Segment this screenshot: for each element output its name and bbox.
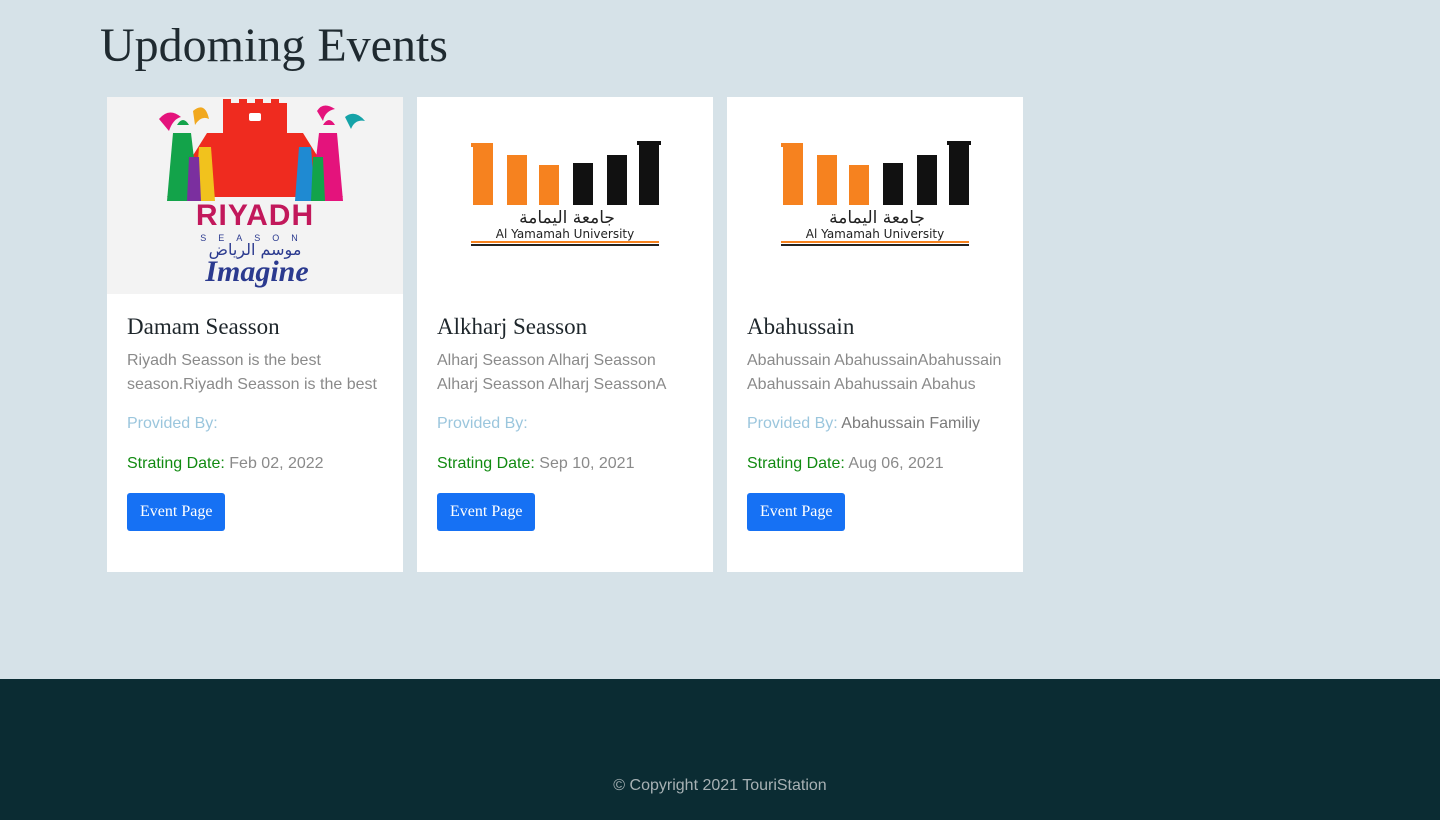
starting-date-value: Aug 06, 2021: [848, 455, 944, 472]
footer: © Copyright 2021 TouriStation: [0, 679, 1440, 820]
provided-by: Provided By:: [437, 414, 693, 434]
provided-by: Provided By: Abahussain Familiy: [747, 414, 1003, 434]
event-description: Abahussain AbahussainAbahussain Abahussa…: [747, 349, 1003, 397]
starting-date-label: Strating Date:: [437, 455, 535, 472]
event-page-button[interactable]: Event Page: [747, 493, 846, 531]
event-image: RIYADH SEASON موسم الرياض Imagine: [107, 97, 403, 294]
event-title: Abahussain: [747, 314, 855, 339]
riyadh-season-logo: RIYADH SEASON موسم الرياض Imagine: [159, 99, 365, 288]
event-image: جامعة اليمامة Al Yamamah University: [727, 97, 1023, 294]
event-cards: RIYADH SEASON موسم الرياض Imagine Damam …: [107, 97, 1023, 572]
event-description-line: Abahussain AbahussainAbahussain: [747, 352, 1002, 369]
event-page-button[interactable]: Event Page: [437, 493, 536, 531]
event-description-line: Riyadh Seasson is the best: [127, 352, 321, 369]
event-title: Damam Seasson: [127, 314, 280, 339]
starting-date: Strating Date: Aug 06, 2021: [747, 454, 1003, 474]
starting-date-label: Strating Date:: [747, 455, 845, 472]
event-image: جامعة اليمامة Al Yamamah University: [417, 97, 713, 294]
provided-by-value: Abahussain Familiy: [841, 415, 981, 432]
logo-riyadh-text: RIYADH: [196, 199, 314, 232]
provided-by-label: Provided By:: [127, 415, 218, 432]
provided-by-label: Provided By:: [747, 415, 838, 432]
event-description-line: Abahussain Abahussain Abahus: [747, 376, 976, 393]
event-description: Riyadh Seasson is the best season.Riyadh…: [127, 349, 383, 397]
event-title: Alkharj Seasson: [437, 314, 588, 339]
event-description-line: season.Riyadh Seasson is the best: [127, 376, 377, 393]
provided-by-label: Provided By:: [437, 415, 528, 432]
provided-by: Provided By:: [127, 414, 383, 434]
starting-date-label: Strating Date:: [127, 455, 225, 472]
logo-english-text: Al Yamamah University: [806, 227, 944, 241]
al-yamamah-university-logo: جامعة اليمامة Al Yamamah University: [471, 141, 661, 246]
logo-arabic-text: جامعة اليمامة: [519, 208, 615, 228]
al-yamamah-university-logo: جامعة اليمامة Al Yamamah University: [781, 141, 971, 246]
event-card: جامعة اليمامة Al Yamamah University Abah…: [727, 97, 1023, 572]
event-card: RIYADH SEASON موسم الرياض Imagine Damam …: [107, 97, 403, 572]
event-page-button[interactable]: Event Page: [127, 493, 226, 531]
event-description-line: Alharj Seasson Alharj SeassonA: [437, 376, 667, 393]
starting-date-value: Feb 02, 2022: [229, 455, 324, 472]
page-title: Updoming Events: [100, 19, 448, 72]
event-description-line: Alharj Seasson Alharj Seasson: [437, 352, 656, 369]
copyright-text: © Copyright 2021 TouriStation: [613, 777, 827, 794]
event-description: Alharj Seasson Alharj Seasson Alharj Sea…: [437, 349, 693, 397]
logo-arabic-text: جامعة اليمامة: [829, 208, 925, 228]
starting-date-value: Sep 10, 2021: [539, 455, 635, 472]
event-card: جامعة اليمامة Al Yamamah University Alkh…: [417, 97, 713, 572]
starting-date: Strating Date: Feb 02, 2022: [127, 454, 383, 474]
logo-imagine-text: Imagine: [204, 255, 308, 288]
logo-english-text: Al Yamamah University: [496, 227, 634, 241]
starting-date: Strating Date: Sep 10, 2021: [437, 454, 693, 474]
